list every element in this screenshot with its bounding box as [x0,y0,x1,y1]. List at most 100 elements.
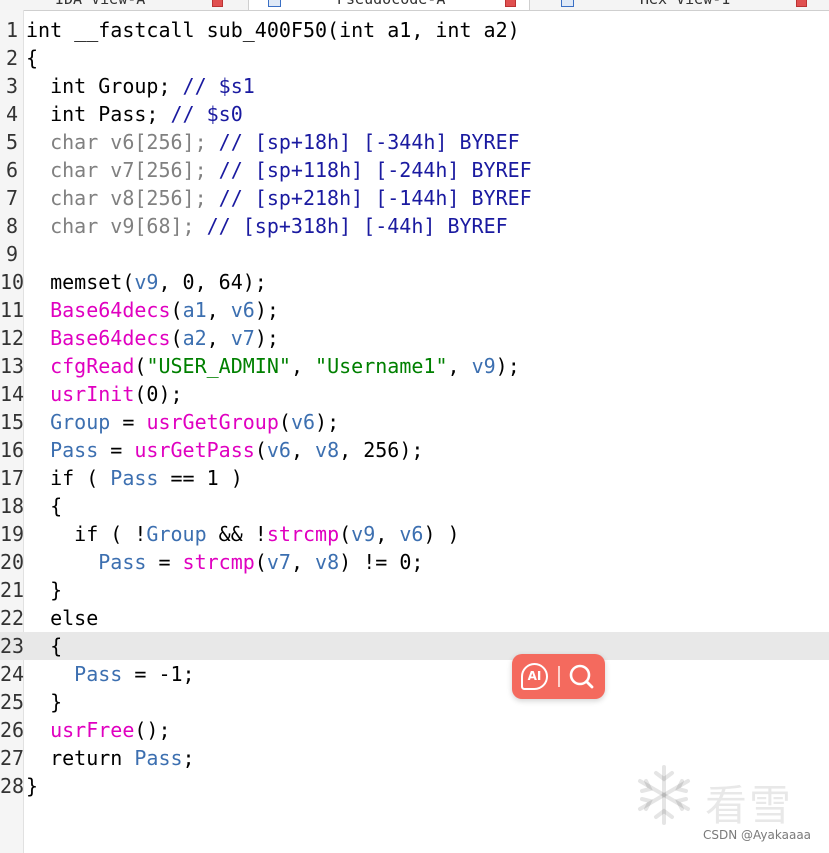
code-line[interactable]: 16 Pass = usrGetPass(v6, v8, 256); [0,436,829,464]
code-token: Base64decs [50,298,171,322]
code-line[interactable]: 15 Group = usrGetGroup(v6); [0,408,829,436]
code-text[interactable]: } [26,576,62,604]
line-number: 12 [0,326,25,350]
code-text[interactable]: char v7[256]; // [sp+118h] [-244h] BYREF [26,156,532,184]
code-text[interactable]: int Pass; // $s0 [26,100,243,128]
code-token: v8 [315,550,340,574]
ai-chat-icon[interactable]: AI [521,663,548,690]
code-text[interactable]: { [26,632,62,660]
code-text[interactable]: char v6[256]; // [sp+18h] [-344h] BYREF [26,128,520,156]
code-token: "USER_ADMIN" [146,354,291,378]
tab-pseudocode[interactable]: Pseudocode-A [249,0,530,10]
close-icon[interactable] [212,0,223,7]
line-number: 28 [0,774,25,798]
code-line[interactable]: 7 char v8[256]; // [sp+218h] [-144h] BYR… [0,184,829,212]
code-text[interactable]: return Pass; [26,744,195,772]
tab-ida-view-label: IDA View-A [55,0,145,8]
line-number: 5 [5,130,18,154]
code-text[interactable]: Pass = strcmp(v7, v8) != 0; [26,548,423,576]
code-line[interactable]: 22 else [0,604,829,632]
code-token: char v8[256]; [26,186,219,210]
code-line[interactable]: 3 int Group; // $s1 [0,72,829,100]
code-line[interactable]: 19 if ( !Group && !strcmp(v9, v6) ) [0,520,829,548]
code-token: Group [146,522,207,546]
code-text[interactable]: else [26,604,98,632]
code-text[interactable]: Base64decs(a1, v6); [26,296,279,324]
line-number: 22 [0,606,25,630]
code-line[interactable]: 25 } [0,688,829,716]
code-token: , [206,326,231,350]
code-line[interactable]: 1 int __fastcall sub_400F50(int a1, int a… [0,16,829,44]
code-line[interactable]: 21 } [0,576,829,604]
code-line[interactable]: 5 char v6[256]; // [sp+18h] [-344h] BYRE… [0,128,829,156]
code-token: a1 [182,298,207,322]
close-icon[interactable] [505,0,516,7]
code-token: usrGetPass [134,438,255,462]
code-token: , 0, 64); [158,270,267,294]
code-line[interactable]: 11 Base64decs(a1, v6); [0,296,829,324]
pseudocode-view[interactable]: 1 int __fastcall sub_400F50(int a1, int a… [0,16,829,800]
code-line[interactable]: 9 [0,240,829,268]
code-text[interactable]: if ( !Group && !strcmp(v9, v6) ) [26,520,459,548]
code-token: v6 [230,298,255,322]
close-icon[interactable] [796,0,807,7]
code-line[interactable]: 2{ [0,44,829,72]
code-text[interactable]: { [26,44,38,72]
code-token: ); [254,326,279,350]
line-number: 27 [0,746,25,770]
code-text[interactable]: } [26,772,38,800]
code-line[interactable]: 17 if ( Pass == 1 ) [0,464,829,492]
code-line[interactable]: 12 Base64decs(a2, v7); [0,324,829,352]
code-token: else [26,606,99,630]
code-token: { [26,634,63,658]
code-token: && ! [206,522,267,546]
tab-ida-view[interactable]: IDA View-A [0,0,249,10]
pseudocode-icon [268,0,281,7]
code-text[interactable]: Pass = usrGetPass(v6, v8, 256); [26,436,423,464]
code-text[interactable]: if ( Pass == 1 ) [26,464,243,492]
code-line[interactable]: 24 Pass = -1; [0,660,829,688]
code-line[interactable]: 4 int Pass; // $s0 [0,100,829,128]
code-line[interactable]: 26 usrFree(); [0,716,829,744]
code-line[interactable]: 14 usrInit(0); [0,380,829,408]
code-token: int Group; [26,74,183,98]
search-icon[interactable] [568,663,595,690]
code-line[interactable]: 20 Pass = strcmp(v7, v8) != 0; [0,548,829,576]
code-text[interactable]: Base64decs(a2, v7); [26,324,279,352]
code-text[interactable]: int Group; // $s1 [26,72,255,100]
code-text[interactable]: int __fastcall sub_400F50(int a1, int a2… [26,16,520,44]
line-number: 2 [5,46,18,70]
code-token: ); [254,298,279,322]
code-token: v8 [315,438,340,462]
code-line[interactable]: 10 memset(v9, 0, 64); [0,268,829,296]
code-text[interactable]: char v8[256]; // [sp+218h] [-144h] BYREF [26,184,532,212]
line-number: 8 [5,214,18,238]
code-token: Base64decs [50,326,171,350]
code-text[interactable]: cfgRead("USER_ADMIN", "Username1", v9); [26,352,520,380]
code-line[interactable]: 6 char v7[256]; // [sp+118h] [-244h] BYR… [0,156,829,184]
line-number: 13 [0,354,25,378]
code-text[interactable]: Pass = -1; [26,660,194,688]
code-line[interactable]: 18 { [0,492,829,520]
tab-hex-view-label: Hex View-1 [640,0,730,8]
code-token: == 1 ) [158,466,243,490]
ai-assistant-widget[interactable]: AI [512,654,605,699]
line-number: 17 [0,466,25,490]
code-line[interactable]: 13 cfgRead("USER_ADMIN", "Username1", v9… [0,352,829,380]
code-text[interactable]: } [26,688,62,716]
code-line[interactable]: 8 char v9[68]; // [sp+318h] [-44h] BYREF [0,212,829,240]
code-text[interactable]: usrInit(0); [26,380,182,408]
code-line[interactable]: 23 { [0,632,829,660]
watermark-logo-text: 看雪 [705,781,794,830]
code-text[interactable]: memset(v9, 0, 64); [26,268,267,296]
tab-hex-view[interactable]: Hex View-1 [530,0,829,10]
code-text[interactable]: char v9[68]; // [sp+318h] [-44h] BYREF [26,212,508,240]
snowflake-logo-icon [638,765,690,825]
code-line[interactable]: 27 return Pass; [0,744,829,772]
code-token: // $s1 [182,74,255,98]
code-text[interactable]: { [26,492,62,520]
code-text[interactable]: Group = usrGetGroup(v6); [26,408,339,436]
code-text[interactable]: usrFree(); [26,716,170,744]
